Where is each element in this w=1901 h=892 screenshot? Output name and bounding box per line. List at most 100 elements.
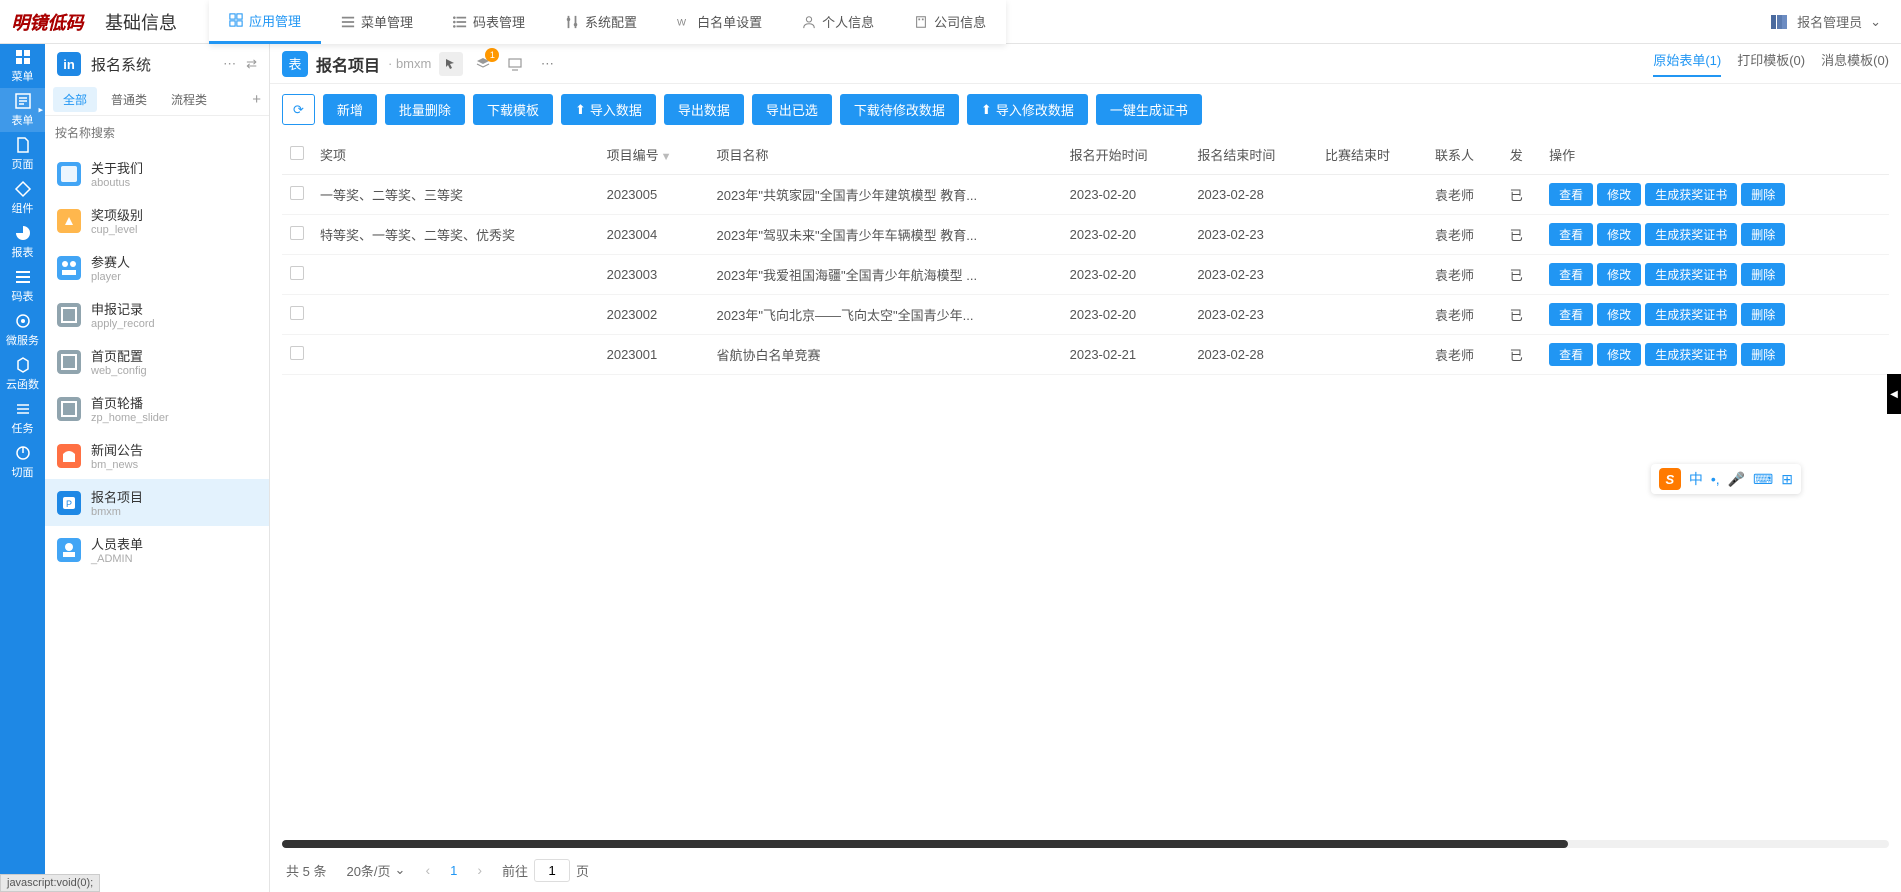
ellipsis-icon[interactable]: ⋯ [223,56,236,72]
rail-menu[interactable]: 菜单 [0,44,45,88]
tree-item-zp_home_slider[interactable]: 首页轮播zp_home_slider [45,385,269,432]
more-tool-icon[interactable]: ⋯ [535,52,559,76]
export-selected-button[interactable]: 导出已选 [752,94,832,125]
layers-tool-icon[interactable]: 1 [471,52,495,76]
rail-aspect[interactable]: 切面 [0,440,45,484]
horizontal-scrollbar[interactable] [282,840,1889,848]
view-button[interactable]: 查看 [1549,223,1593,246]
cursor-tool-icon[interactable] [439,52,463,76]
view-button[interactable]: 查看 [1549,303,1593,326]
tab-codetable-manage[interactable]: 码表管理 [433,0,545,44]
ime-toolbar[interactable]: S 中 •, 🎤 ⌨ ⊞ [1651,464,1801,494]
rail-component[interactable]: 组件 [0,176,45,220]
hr-tab-rawform[interactable]: 原始表单(1) [1653,50,1721,77]
tab-menu-manage[interactable]: 菜单管理 [321,0,433,44]
edit-button[interactable]: 修改 [1597,183,1641,206]
tree-item-web_config[interactable]: 首页配置web_config [45,338,269,385]
col-pub[interactable]: 发 [1502,135,1541,175]
view-button[interactable]: 查看 [1549,343,1593,366]
ime-grid-icon[interactable]: ⊞ [1781,471,1793,488]
import-data-button[interactable]: ⬆ 导入数据 [561,94,656,125]
download-modifydata-button[interactable]: 下载待修改数据 [840,94,959,125]
rail-microservice[interactable]: 微服务 [0,308,45,352]
scrollbar-thumb[interactable] [282,840,1568,848]
view-button[interactable]: 查看 [1549,183,1593,206]
page-number[interactable]: 1 [450,863,457,878]
col-contact[interactable]: 联系人 [1427,135,1502,175]
tree-tab-all[interactable]: 全部 [53,87,97,112]
delete-button[interactable]: 删除 [1741,343,1785,366]
goto-page-input[interactable] [534,859,570,882]
tree-item-apply_record[interactable]: 申报记录apply_record [45,291,269,338]
tree-tab-normal[interactable]: 普通类 [101,87,157,112]
gen-cert-row-button[interactable]: 生成获奖证书 [1645,303,1737,326]
rail-cloudfn[interactable]: 云函数 [0,352,45,396]
row-checkbox[interactable] [290,226,304,240]
ime-lang[interactable]: 中 [1689,469,1703,489]
export-data-button[interactable]: 导出数据 [664,94,744,125]
monitor-tool-icon[interactable] [503,52,527,76]
batch-delete-button[interactable]: 批量删除 [385,94,465,125]
row-checkbox[interactable] [290,266,304,280]
import-modifydata-button[interactable]: ⬆ 导入修改数据 [967,94,1088,125]
col-award[interactable]: 奖项 [312,135,599,175]
rail-page[interactable]: 页面 [0,132,45,176]
tree-item-aboutus[interactable]: 关于我们aboutus [45,150,269,197]
row-checkbox[interactable] [290,306,304,320]
user-menu[interactable]: 报名管理员 ⌄ [1769,12,1881,32]
delete-button[interactable]: 删除 [1741,263,1785,286]
select-all-checkbox[interactable] [290,146,304,160]
edit-button[interactable]: 修改 [1597,303,1641,326]
tab-whitelist[interactable]: W 白名单设置 [657,0,782,44]
tree-search-input[interactable] [55,122,259,144]
col-end[interactable]: 报名结束时间 [1189,135,1317,175]
side-collapse-handle[interactable]: ◀ [1887,374,1901,414]
edit-button[interactable]: 修改 [1597,343,1641,366]
swap-icon[interactable]: ⇄ [246,56,257,72]
create-button[interactable]: 新增 [323,94,377,125]
tree-item-_ADMIN[interactable]: 人员表单_ADMIN [45,526,269,573]
tab-system-config[interactable]: 系统配置 [545,0,657,44]
next-page-button[interactable]: › [477,862,482,878]
delete-button[interactable]: 删除 [1741,183,1785,206]
tab-app-manage[interactable]: 应用管理 [209,0,321,44]
col-name[interactable]: 项目名称 [708,135,1061,175]
tree-item-bmxm[interactable]: P报名项目bmxm [45,479,269,526]
rail-codetable[interactable]: 码表 [0,264,45,308]
gen-cert-button[interactable]: 一键生成证书 [1096,94,1202,125]
ime-mic-icon[interactable]: 🎤 [1728,471,1745,488]
row-checkbox[interactable] [290,186,304,200]
gen-cert-row-button[interactable]: 生成获奖证书 [1645,183,1737,206]
tree-item-bm_news[interactable]: 新闻公告bm_news [45,432,269,479]
download-template-button[interactable]: 下载模板 [473,94,553,125]
tree-tab-add[interactable]: + [252,91,261,108]
gen-cert-row-button[interactable]: 生成获奖证书 [1645,343,1737,366]
delete-button[interactable]: 删除 [1741,303,1785,326]
hr-tab-print[interactable]: 打印模板(0) [1737,50,1805,77]
rail-form[interactable]: 表单▸ [0,88,45,132]
gen-cert-row-button[interactable]: 生成获奖证书 [1645,223,1737,246]
rail-report[interactable]: 报表 [0,220,45,264]
tab-company-info[interactable]: 公司信息 [894,0,1006,44]
filter-icon[interactable]: ▼ [661,151,672,163]
row-checkbox[interactable] [290,346,304,360]
col-start[interactable]: 报名开始时间 [1062,135,1190,175]
edit-button[interactable]: 修改 [1597,263,1641,286]
prev-page-button[interactable]: ‹ [425,862,430,878]
ime-punct-icon[interactable]: •, [1711,471,1720,487]
view-button[interactable]: 查看 [1549,263,1593,286]
ime-keyboard-icon[interactable]: ⌨ [1753,471,1773,488]
col-matchend[interactable]: 比赛结束时 [1317,135,1427,175]
edit-button[interactable]: 修改 [1597,223,1641,246]
col-code[interactable]: 项目编号▼ [599,135,709,175]
page-size-select[interactable]: 20条/页 ⌄ [346,861,405,880]
tree-tab-flow[interactable]: 流程类 [161,87,217,112]
tab-personal-info[interactable]: 个人信息 [782,0,894,44]
delete-button[interactable]: 删除 [1741,223,1785,246]
refresh-button[interactable]: ⟳ [282,94,315,125]
tree-item-cup_level[interactable]: 奖项级别cup_level [45,197,269,244]
tree-item-player[interactable]: 参赛人player [45,244,269,291]
rail-task[interactable]: 任务 [0,396,45,440]
gen-cert-row-button[interactable]: 生成获奖证书 [1645,263,1737,286]
hr-tab-message[interactable]: 消息模板(0) [1821,50,1889,77]
